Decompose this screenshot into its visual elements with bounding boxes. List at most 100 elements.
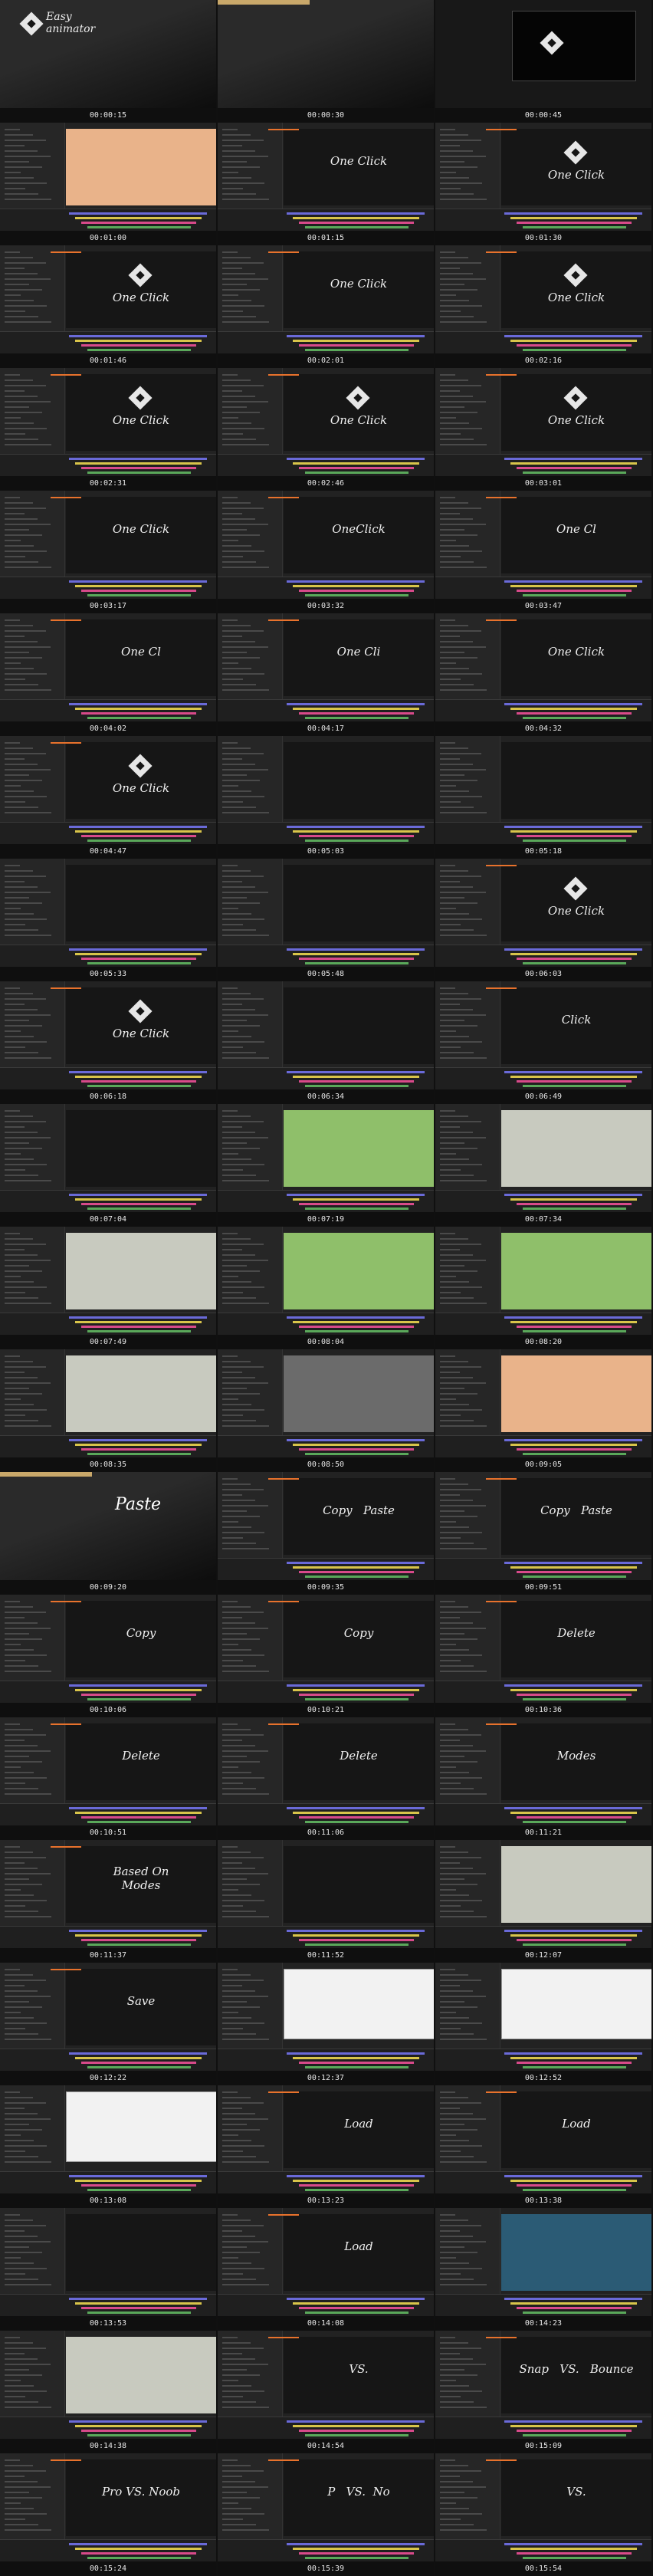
video-thumbnail[interactable]: Load 00:14:08: [218, 2208, 434, 2331]
video-thumbnail[interactable]: Delete 00:10:51: [0, 1717, 216, 1840]
video-thumbnail[interactable]: 00:12:37: [218, 1963, 434, 2085]
timeline-panel[interactable]: [0, 2294, 216, 2316]
video-thumbnail[interactable]: 00:01:00: [0, 123, 216, 245]
video-thumbnail[interactable]: Copy 00:10:06: [0, 1595, 216, 1717]
composition-viewer[interactable]: One Click: [51, 497, 216, 573]
timeline-panel[interactable]: [218, 1926, 434, 1948]
composition-viewer[interactable]: [66, 2337, 216, 2413]
video-thumbnail[interactable]: 00:13:08: [0, 2085, 216, 2208]
composition-viewer[interactable]: [284, 1846, 434, 1923]
timeline-panel[interactable]: [435, 1926, 651, 1948]
timeline-panel[interactable]: [218, 2539, 434, 2561]
timeline-panel[interactable]: [435, 1067, 651, 1089]
composition-viewer[interactable]: Modes: [486, 1723, 651, 1800]
video-thumbnail[interactable]: 00:07:19: [218, 1104, 434, 1227]
timeline-panel[interactable]: [435, 2294, 651, 2316]
video-thumbnail[interactable]: 00:13:53: [0, 2208, 216, 2331]
video-thumbnail[interactable]: 00:05:03: [218, 736, 434, 859]
composition-viewer[interactable]: One Cl: [486, 497, 651, 573]
timeline-panel[interactable]: [218, 209, 434, 231]
timeline-panel[interactable]: [435, 945, 651, 967]
video-thumbnail[interactable]: One Click 00:01:30: [435, 123, 651, 245]
timeline-panel[interactable]: [0, 1190, 216, 1212]
timeline-panel[interactable]: [218, 822, 434, 844]
timeline-panel[interactable]: [218, 577, 434, 599]
video-thumbnail[interactable]: Pro VS. Noob 00:15:24: [0, 2453, 216, 2576]
composition-viewer[interactable]: [284, 1110, 434, 1187]
timeline-panel[interactable]: [435, 1190, 651, 1212]
video-thumbnail[interactable]: 00:09:05: [435, 1349, 651, 1472]
composition-viewer[interactable]: One Cli: [268, 619, 434, 696]
timeline-panel[interactable]: [435, 1803, 651, 1825]
timeline-panel[interactable]: [435, 2417, 651, 2439]
timeline-panel[interactable]: [0, 1313, 216, 1335]
video-thumbnail[interactable]: Paste 00:09:20: [0, 1472, 216, 1595]
composition-viewer[interactable]: One Click: [486, 619, 651, 696]
composition-viewer[interactable]: Delete: [268, 1723, 434, 1800]
composition-viewer[interactable]: [66, 2091, 216, 2168]
timeline-panel[interactable]: [435, 2049, 651, 2071]
composition-viewer[interactable]: One Click: [51, 251, 216, 328]
composition-viewer[interactable]: Copy: [51, 1601, 216, 1677]
video-thumbnail[interactable]: One Click 00:04:32: [435, 613, 651, 736]
timeline-panel[interactable]: [218, 331, 434, 353]
timeline-panel[interactable]: [218, 2417, 434, 2439]
composition-viewer[interactable]: OneClick: [268, 497, 434, 573]
video-thumbnail[interactable]: One Click 00:02:31: [0, 368, 216, 491]
timeline-panel[interactable]: [0, 2171, 216, 2193]
file-dialog[interactable]: [66, 2091, 216, 2162]
video-thumbnail[interactable]: Copy 00:10:21: [218, 1595, 434, 1717]
timeline-panel[interactable]: [435, 2171, 651, 2193]
timeline-panel[interactable]: [0, 1926, 216, 1948]
video-thumbnail[interactable]: P VS. No 00:15:39: [218, 2453, 434, 2576]
composition-viewer[interactable]: One Click: [51, 374, 216, 451]
video-thumbnail[interactable]: 00:14:23: [435, 2208, 651, 2331]
composition-viewer[interactable]: Copy Paste: [268, 1478, 434, 1555]
video-thumbnail[interactable]: Easy animator 00:00:15: [0, 0, 216, 123]
composition-viewer[interactable]: Load: [268, 2091, 434, 2168]
composition-viewer[interactable]: [501, 1233, 651, 1309]
composition-viewer[interactable]: Delete: [51, 1723, 216, 1800]
composition-viewer[interactable]: Copy: [268, 1601, 434, 1677]
composition-viewer[interactable]: [66, 2214, 216, 2291]
timeline-panel[interactable]: [218, 1803, 434, 1825]
timeline-panel[interactable]: [435, 699, 651, 721]
video-thumbnail[interactable]: One Click 00:01:46: [0, 245, 216, 368]
timeline-panel[interactable]: [0, 2417, 216, 2439]
video-thumbnail[interactable]: One Cl 00:04:02: [0, 613, 216, 736]
video-thumbnail[interactable]: Copy Paste 00:09:35: [218, 1472, 434, 1595]
composition-viewer[interactable]: [66, 129, 216, 205]
timeline-panel[interactable]: [218, 1435, 434, 1457]
video-thumbnail[interactable]: One Click 00:02:46: [218, 368, 434, 491]
composition-viewer[interactable]: One Click: [268, 251, 434, 328]
video-thumbnail[interactable]: VS. 00:14:54: [218, 2331, 434, 2453]
timeline-panel[interactable]: [0, 822, 216, 844]
timeline-panel[interactable]: [218, 1558, 434, 1580]
timeline-panel[interactable]: [435, 1558, 651, 1580]
composition-viewer[interactable]: One Click: [51, 987, 216, 1064]
composition-viewer[interactable]: [284, 987, 434, 1064]
video-thumbnail[interactable]: Snap VS. Bounce 00:15:09: [435, 2331, 651, 2453]
video-thumbnail[interactable]: Delete 00:11:06: [218, 1717, 434, 1840]
composition-viewer[interactable]: P VS. No: [268, 2459, 434, 2536]
video-thumbnail[interactable]: One Cli 00:04:17: [218, 613, 434, 736]
timeline-panel[interactable]: [218, 2049, 434, 2071]
video-thumbnail[interactable]: 00:07:49: [0, 1227, 216, 1349]
timeline-panel[interactable]: [435, 209, 651, 231]
composition-viewer[interactable]: One Click: [268, 129, 434, 205]
composition-viewer[interactable]: VS.: [268, 2337, 434, 2413]
timeline-panel[interactable]: [0, 209, 216, 231]
timeline-panel[interactable]: [435, 331, 651, 353]
composition-viewer[interactable]: [501, 1110, 651, 1187]
video-thumbnail[interactable]: VS. 00:15:54: [435, 2453, 651, 2576]
timeline-panel[interactable]: [218, 945, 434, 967]
timeline-panel[interactable]: [435, 2539, 651, 2561]
composition-viewer[interactable]: Load: [486, 2091, 651, 2168]
composition-viewer[interactable]: [66, 1233, 216, 1309]
timeline-panel[interactable]: [0, 1681, 216, 1703]
video-thumbnail[interactable]: 00:05:48: [218, 859, 434, 981]
video-thumbnail[interactable]: OneClick 00:03:32: [218, 491, 434, 613]
video-thumbnail[interactable]: 00:07:04: [0, 1104, 216, 1227]
file-dialog[interactable]: [501, 1969, 651, 2039]
composition-viewer[interactable]: Delete: [486, 1601, 651, 1677]
